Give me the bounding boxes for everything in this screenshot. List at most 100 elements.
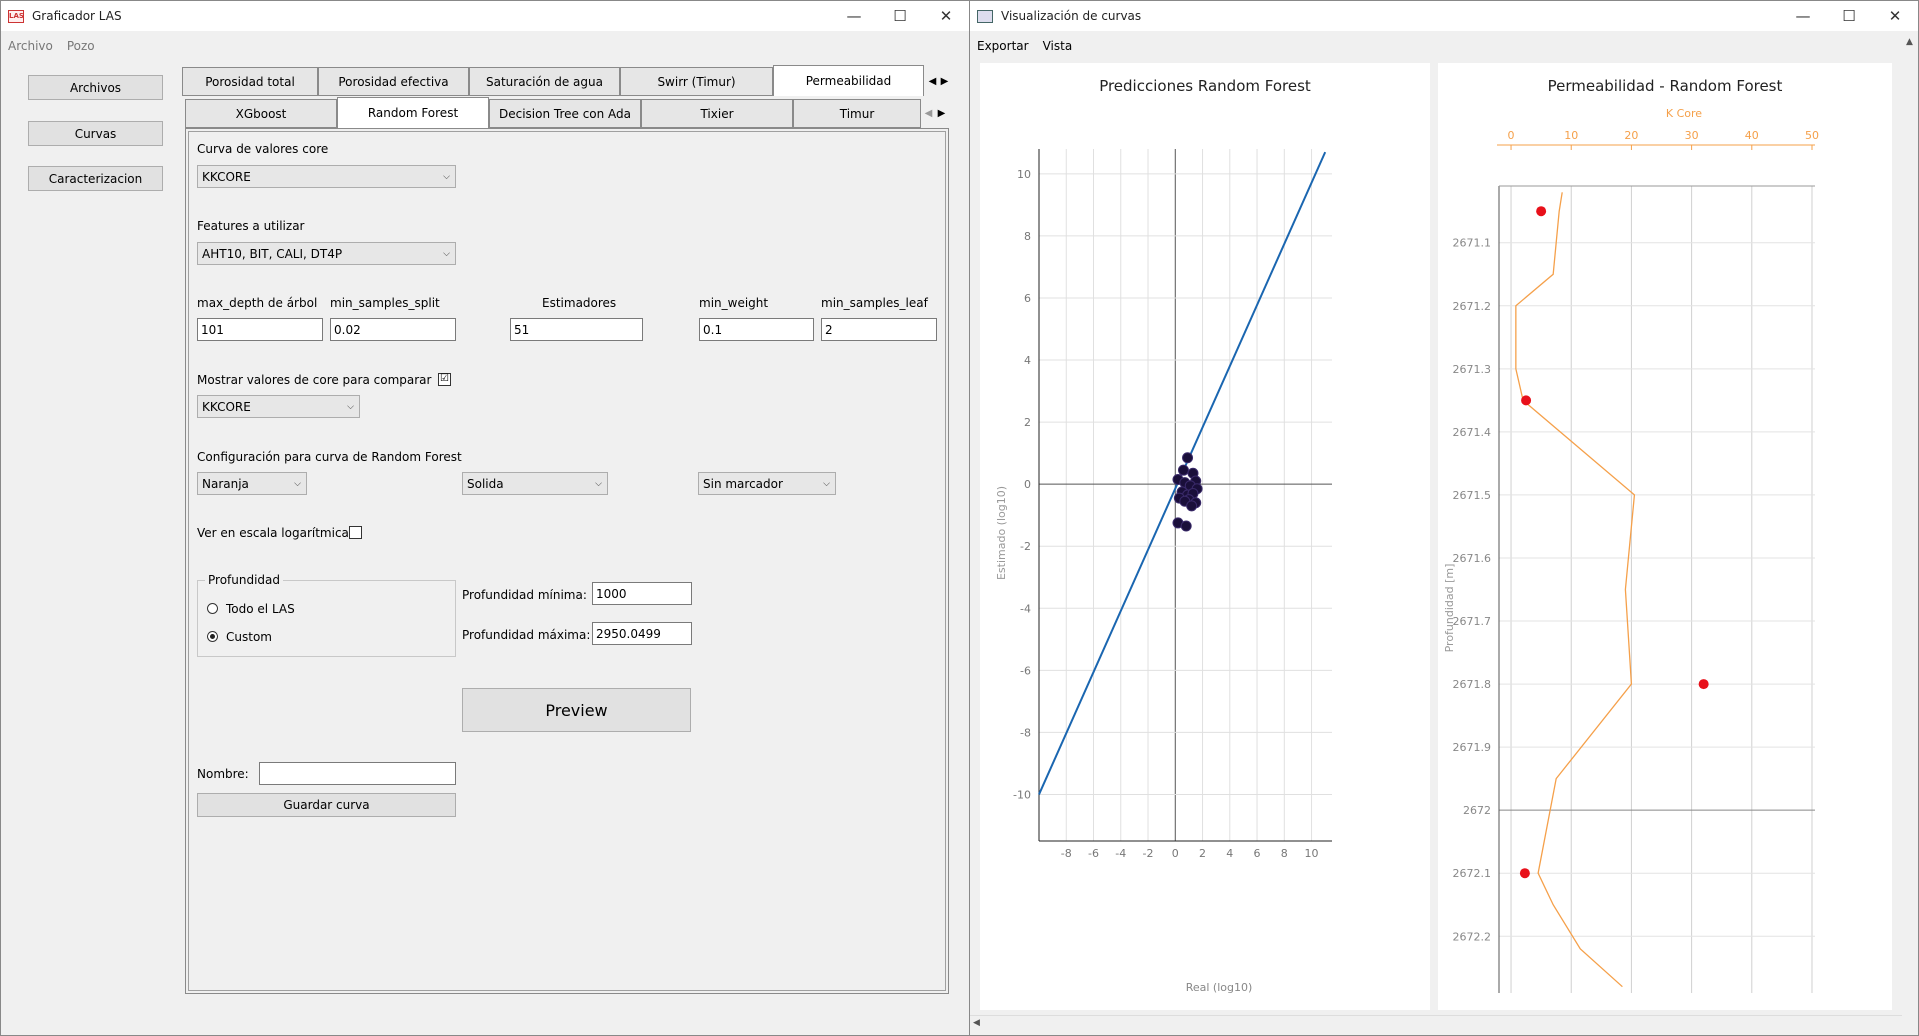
scroll-up-icon[interactable]: ▲ xyxy=(1906,37,1913,47)
config-label: Configuración para curva de Random Fores… xyxy=(197,450,462,464)
tab-timur[interactable]: Timur xyxy=(793,99,921,128)
depth-min-input[interactable]: 1000 xyxy=(592,582,692,605)
depth-custom-radio[interactable] xyxy=(207,631,218,642)
y-tick-label: 2671.9 xyxy=(1453,741,1492,754)
close-button[interactable]: ✕ xyxy=(1872,1,1918,31)
tab-swirr-timur[interactable]: Swirr (Timur) xyxy=(620,67,773,96)
menu-exportar[interactable]: Exportar xyxy=(970,39,1036,53)
scatter-chart-panel: Predicciones Random Forest -8 -6 -4 -2 0 2 4 6 8… xyxy=(980,63,1430,1010)
marker-value: Sin marcador xyxy=(703,476,783,491)
show-core-label: Mostrar valores de core para comparar xyxy=(197,373,432,387)
y-tick-label: -4 xyxy=(1020,602,1031,615)
name-label: Nombre: xyxy=(197,767,249,781)
x-tick-label: -4 xyxy=(1115,847,1126,860)
min-samples-leaf-label: min_samples_leaf xyxy=(821,296,928,310)
y-tick-label: 2672 xyxy=(1463,804,1491,817)
chart-grid xyxy=(1499,186,1815,993)
tab-xgboost[interactable]: XGboost xyxy=(185,99,337,128)
scatter-point xyxy=(1180,520,1192,532)
tabs-scroll-right-icon[interactable]: ▶ xyxy=(939,71,950,91)
depth-custom-label: Custom xyxy=(226,630,272,644)
minimize-button[interactable]: — xyxy=(831,1,877,31)
estimadores-input[interactable]: 51 xyxy=(510,318,643,341)
menu-vista[interactable]: Vista xyxy=(1036,39,1080,53)
estimadores-label: Estimadores xyxy=(542,296,617,310)
core-point xyxy=(1698,679,1709,690)
y-tick-label: 2671.4 xyxy=(1453,426,1492,439)
minimize-button[interactable]: — xyxy=(1780,1,1826,31)
permeability-chart: Permeabilidad - Random Forest K Core 0 10… xyxy=(1443,77,1819,993)
log-scale-label: Ver en escala logarítmica xyxy=(197,526,349,540)
features-label: Features a utilizar xyxy=(197,219,305,233)
core-point xyxy=(1521,395,1532,406)
max-depth-input[interactable]: 101 xyxy=(197,318,323,341)
chart-title: Permeabilidad - Random Forest xyxy=(1548,77,1783,95)
tabs-scroll-left-icon[interactable]: ◀ xyxy=(927,71,938,91)
caracterizacion-button[interactable]: Caracterizacion xyxy=(28,166,163,191)
preview-button[interactable]: Preview xyxy=(462,688,691,732)
tab-tixier[interactable]: Tixier xyxy=(641,99,793,128)
x-tick-label: 0 xyxy=(1172,847,1179,860)
permeability-chart-panel: Permeabilidad - Random Forest K Core 0 10… xyxy=(1438,63,1892,1010)
depth-all-label: Todo el LAS xyxy=(226,602,295,616)
maximize-button[interactable]: ☐ xyxy=(1826,1,1872,31)
subtabs-scroll-right-icon[interactable]: ▶ xyxy=(936,103,947,123)
color-select[interactable]: Naranja ⌵ xyxy=(197,472,307,495)
x-tick-label: 30 xyxy=(1685,129,1699,142)
chevron-down-icon: ⌵ xyxy=(347,401,354,412)
vertical-scrollbar[interactable] xyxy=(1902,31,1918,1029)
show-core-checkbox[interactable]: ☑ xyxy=(438,373,451,386)
random-forest-curve xyxy=(1515,192,1636,988)
subtabs-scroll-left-icon[interactable]: ◀ xyxy=(923,103,934,123)
tab-random-forest[interactable]: Random Forest xyxy=(337,97,489,128)
menu-archivo[interactable]: Archivo xyxy=(1,39,60,53)
archivos-button[interactable]: Archivos xyxy=(28,75,163,100)
scatter-point xyxy=(1186,500,1198,512)
curvas-button[interactable]: Curvas xyxy=(28,121,163,146)
depth-max-label: Profundidad máxima: xyxy=(462,628,591,642)
maximize-button[interactable]: ☐ xyxy=(877,1,923,31)
depth-group-label: Profundidad xyxy=(205,573,284,587)
y-tick-label: 10 xyxy=(1017,168,1031,181)
show-core-select[interactable]: KKCORE ⌵ xyxy=(197,395,360,418)
min-weight-input[interactable]: 0.1 xyxy=(699,318,814,341)
scatter-point xyxy=(1177,464,1189,476)
tab-saturacion-agua[interactable]: Saturación de agua xyxy=(469,67,620,96)
x-tick-label: 0 xyxy=(1508,129,1515,142)
line-style-select[interactable]: Solida ⌵ xyxy=(462,472,608,495)
y-axis-label: Estimado (log10) xyxy=(995,486,1008,580)
y-tick-label: 2671.3 xyxy=(1453,363,1492,376)
y-tick-label: 2671.8 xyxy=(1453,678,1492,691)
tab-porosidad-total[interactable]: Porosidad total xyxy=(182,67,318,96)
name-input[interactable] xyxy=(259,762,456,785)
color-value: Naranja xyxy=(202,476,249,491)
max-depth-label: max_depth de árbol xyxy=(197,296,318,310)
min-samples-leaf-input[interactable]: 2 xyxy=(821,318,937,341)
min-samples-split-label: min_samples_split xyxy=(330,296,440,310)
horizontal-scrollbar[interactable] xyxy=(970,1015,1902,1034)
save-curve-button[interactable]: Guardar curva xyxy=(197,793,456,817)
x-tick-label: -2 xyxy=(1143,847,1154,860)
core-curve-select[interactable]: KKCORE ⌵ xyxy=(197,165,456,188)
scroll-left-icon[interactable]: ◀ xyxy=(973,1018,980,1028)
menu-bar: Archivo Pozo xyxy=(1,35,969,57)
tab-decision-tree-ada[interactable]: Decision Tree con Ada xyxy=(489,99,641,128)
depth-max-input[interactable]: 2950.0499 xyxy=(592,622,692,645)
features-select[interactable]: AHT10, BIT, CALI, DT4P ⌵ xyxy=(197,242,456,265)
y-tick-label: 0 xyxy=(1024,478,1031,491)
log-scale-checkbox[interactable] xyxy=(349,526,362,539)
menu-pozo[interactable]: Pozo xyxy=(60,39,102,53)
y-tick-label: 2671.7 xyxy=(1453,615,1492,628)
marker-select[interactable]: Sin marcador ⌵ xyxy=(698,472,836,495)
depth-all-radio[interactable] xyxy=(207,603,218,614)
depth-group xyxy=(197,580,456,657)
min-samples-split-input[interactable]: 0.02 xyxy=(330,318,456,341)
chart-title: Predicciones Random Forest xyxy=(1099,77,1311,95)
y-tick-label: -8 xyxy=(1020,726,1031,739)
y-tick-label: 6 xyxy=(1024,292,1031,305)
tab-permeabilidad[interactable]: Permeabilidad xyxy=(773,65,924,96)
close-button[interactable]: ✕ xyxy=(923,1,969,31)
window-title: Graficador LAS xyxy=(32,9,122,23)
x-axis-label: Real (log10) xyxy=(1186,981,1253,994)
tab-porosidad-efectiva[interactable]: Porosidad efectiva xyxy=(318,67,469,96)
